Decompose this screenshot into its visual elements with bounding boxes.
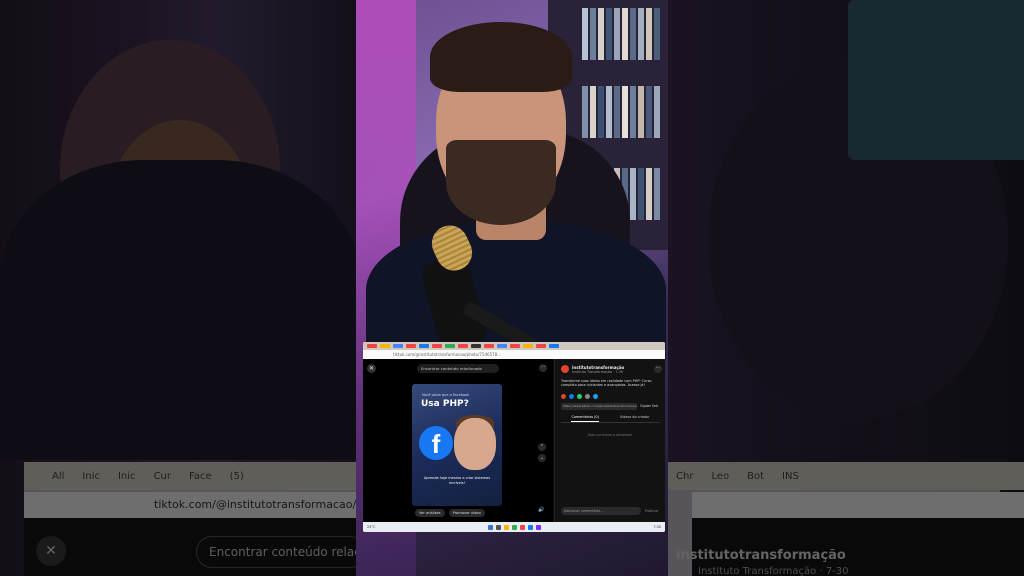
avatar[interactable] <box>561 365 569 373</box>
blurred-tab: Bot <box>747 470 765 482</box>
whatsapp-icon[interactable] <box>577 394 582 399</box>
share-icon[interactable] <box>561 394 566 399</box>
video-center: tiktok.com/@institutotransformacao/photo… <box>356 0 668 576</box>
blurred-tab: Leo <box>711 470 730 482</box>
chrome-icon[interactable] <box>511 524 517 530</box>
blurred-tab: Inic <box>82 470 100 482</box>
more-options-icon[interactable]: ⋯ <box>654 365 662 373</box>
tab-creator-videos[interactable]: Vídeos do criador <box>620 415 650 422</box>
empty-comments-text: Seja o primeiro a comentar! <box>587 433 633 437</box>
tiktok-viewer: ✕ Encontrar conteúdo relacionado ⋯ Você … <box>363 359 665 522</box>
media-pane: ✕ Encontrar conteúdo relacionado ⋯ Você … <box>363 359 553 522</box>
view-analytics-button[interactable]: Ver análises <box>415 509 445 517</box>
comment-input[interactable]: Adicionar comentário... <box>561 507 641 515</box>
video-frame: All Inic Inic Cur Face (5) tiktok.com/@i… <box>0 0 1024 576</box>
promote-video-button[interactable]: Promover vídeo <box>448 509 485 517</box>
blurred-url-bar <box>692 492 1024 518</box>
account-header[interactable]: institutotransformação Instituto Transfo… <box>561 365 624 374</box>
blurred-tab-row: All Inic Inic Cur Face (5) <box>24 462 356 490</box>
facebook-logo-icon: f <box>419 426 453 460</box>
portrait-face <box>454 418 496 470</box>
twitter-icon[interactable] <box>593 394 598 399</box>
app-icon[interactable] <box>519 524 525 530</box>
blurred-account-sub: Instituto Transformação · 7-30 <box>698 566 849 576</box>
next-arrow-icon[interactable]: ⌄ <box>538 454 546 462</box>
blurred-tab: Face <box>189 470 212 482</box>
post-comment-button[interactable]: Publicar <box>645 507 659 515</box>
monitor-screen: tiktok.com/@institutotransformacao/photo… <box>363 342 665 532</box>
windows-taskbar: 23°C 7:30 <box>363 522 665 532</box>
comments-tabs: Comentários (0) Vídeos do criador <box>561 415 660 423</box>
blurred-tab-row: Chr Leo Bot INS <box>668 462 1024 490</box>
search-icon[interactable] <box>495 524 501 530</box>
blurred-body-shape <box>0 160 356 460</box>
facebook-icon[interactable] <box>569 394 574 399</box>
blurred-related-button: Encontrar conteúdo relacion <box>196 536 356 568</box>
card-question: Você sabia que o Facebook <box>422 393 470 397</box>
person-hair <box>430 22 572 92</box>
post-image: Você sabia que o Facebook Usa PHP? f Apr… <box>412 384 502 506</box>
post-link-field[interactable]: https://www.tiktok.com/@institutotransfo… <box>561 403 637 410</box>
blurred-tab: Cur <box>153 470 171 482</box>
blurred-tab: (5) <box>229 470 244 482</box>
close-icon[interactable]: ✕ <box>367 364 376 373</box>
share-icons <box>561 394 598 399</box>
card-headline: Usa PHP? <box>421 399 469 409</box>
blurred-tab: Chr <box>676 470 694 482</box>
book-row <box>582 86 660 138</box>
card-caption: Aprenda hoje mesmo a criar sistemas incr… <box>423 476 491 485</box>
taskbar-weather: 23°C <box>367 525 376 529</box>
blurred-tab: Inic <box>117 470 136 482</box>
previous-arrow-icon[interactable]: ⌃ <box>538 443 546 451</box>
copy-link-button[interactable]: Copiar link <box>640 403 658 410</box>
book-row <box>582 8 660 60</box>
tab-comments[interactable]: Comentários (0) <box>571 415 599 422</box>
details-pane: institutotransformação Instituto Transfo… <box>554 359 665 522</box>
more-options-icon[interactable]: ⋯ <box>539 364 547 372</box>
blurred-background-right: Chr Leo Bot INS institutotransformação I… <box>668 0 1024 576</box>
blurred-window-shape <box>848 0 1024 160</box>
app-icon[interactable] <box>535 524 541 530</box>
blurred-account-name: institutotransformação <box>676 548 846 563</box>
post-description: Transforme suas ideias em realidade com … <box>561 379 652 388</box>
related-content-search[interactable]: Encontrar conteúdo relacionado <box>417 364 499 373</box>
start-icon[interactable] <box>487 524 493 530</box>
blurred-url-bar: tiktok.com/@institutotransformacao/photo… <box>24 492 356 518</box>
app-icon[interactable] <box>527 524 533 530</box>
address-bar[interactable]: tiktok.com/@institutotransformacao/photo… <box>363 350 665 359</box>
account-subtitle: Instituto Transformação · 7-30 <box>572 370 624 374</box>
blurred-close-icon: ✕ <box>36 536 66 566</box>
folder-icon[interactable] <box>503 524 509 530</box>
person-beard <box>446 140 556 225</box>
blurred-tab: INS <box>782 470 799 482</box>
blurred-background-left: All Inic Inic Cur Face (5) tiktok.com/@i… <box>0 0 356 576</box>
browser-tab-strip[interactable] <box>363 342 665 350</box>
taskbar-clock: 7:30 <box>653 525 661 529</box>
volume-icon[interactable]: 🔊 <box>538 507 544 513</box>
post-actions: Ver análises Promover vídeo <box>415 509 485 517</box>
embed-icon[interactable] <box>585 394 590 399</box>
blurred-tab: All <box>52 470 65 482</box>
